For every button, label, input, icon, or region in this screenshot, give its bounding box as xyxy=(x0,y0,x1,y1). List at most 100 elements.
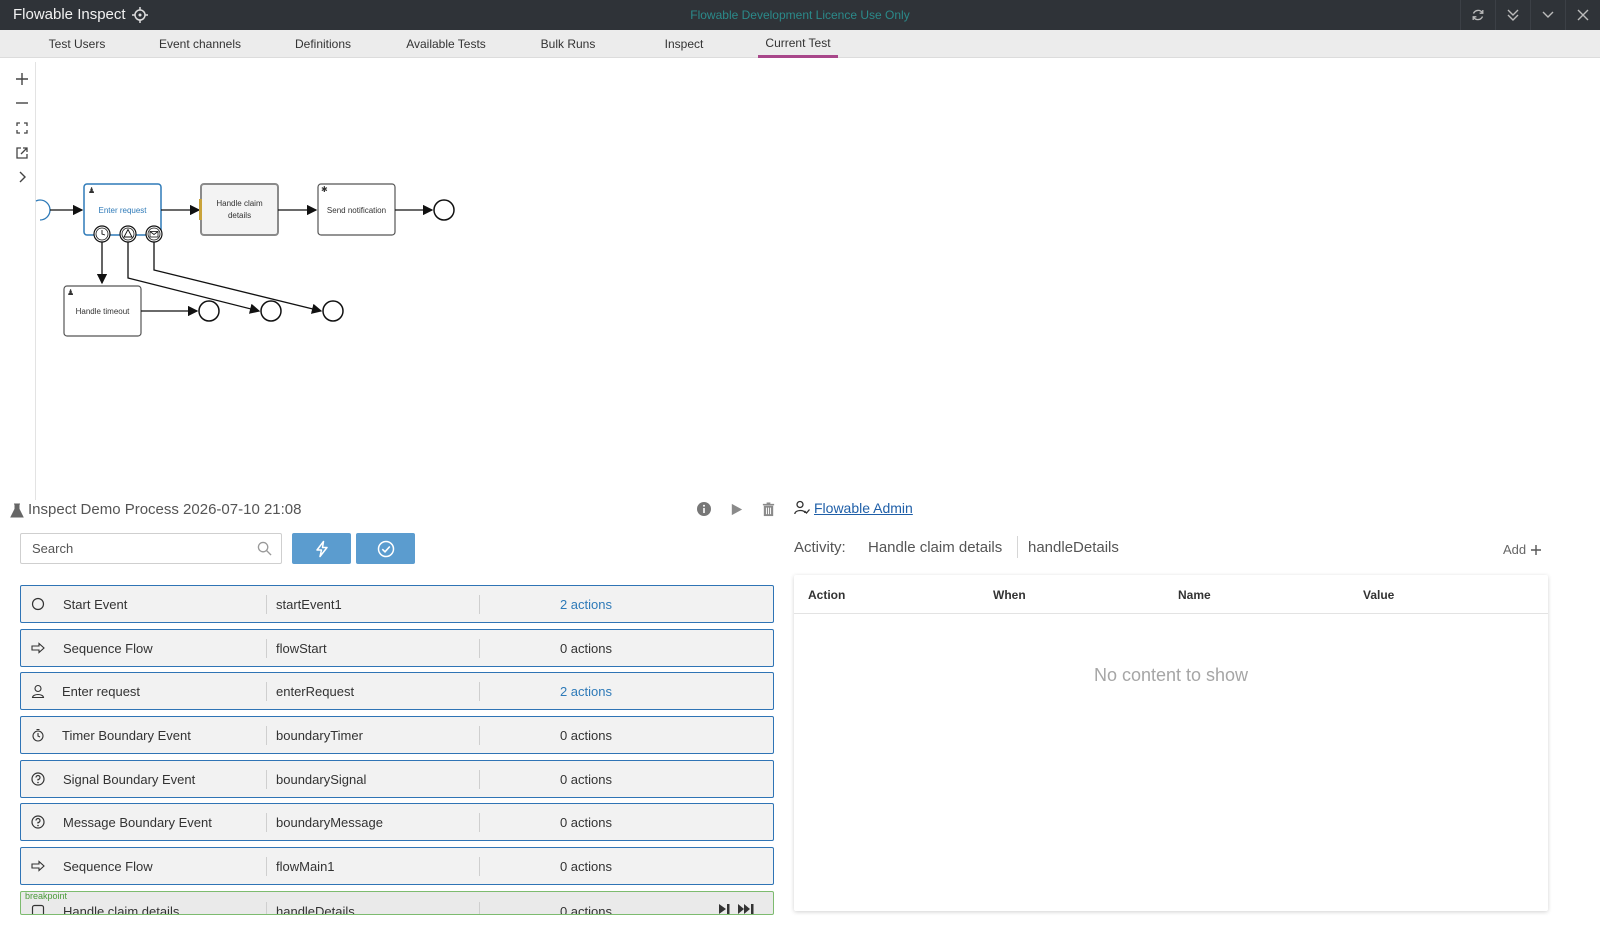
breakpoint-label: breakpoint xyxy=(25,891,68,901)
element-name: Message Boundary Event xyxy=(63,815,212,830)
add-button[interactable]: Add xyxy=(1503,542,1542,557)
play-icon xyxy=(731,503,742,515)
divider xyxy=(479,682,480,701)
element-name: Signal Boundary Event xyxy=(63,772,196,787)
divider xyxy=(479,813,480,832)
check-circle-icon xyxy=(377,540,394,557)
actions-link[interactable]: 2 actions xyxy=(491,684,681,699)
validate-button[interactable] xyxy=(356,533,415,564)
list-item[interactable]: Signal Boundary Event boundarySignal 0 a… xyxy=(20,760,774,798)
user-link[interactable]: Flowable Admin xyxy=(814,500,913,516)
list-bottom-mask xyxy=(10,915,800,950)
search-input[interactable] xyxy=(21,534,241,563)
task-icon xyxy=(31,904,45,914)
timer-icon xyxy=(32,728,44,742)
table-header-divider xyxy=(794,613,1548,614)
task-handle-timeout[interactable]: ♟ Handle timeout xyxy=(63,285,142,337)
actions-table: Action When Name Value No content to sho… xyxy=(794,575,1548,911)
column-header-when[interactable]: When xyxy=(993,588,1026,602)
actions-count: 0 actions xyxy=(559,859,613,874)
task-handle-claim-details[interactable]: Handle claim details xyxy=(199,183,279,236)
bpmn-diagram: ♟ Enter request Handle claim details ✱ S… xyxy=(35,183,455,337)
flow-message[interactable] xyxy=(153,242,323,314)
actions-count: 0 actions xyxy=(559,772,613,787)
arrow-icon xyxy=(31,642,45,654)
divider xyxy=(479,639,480,658)
service-task-icon: ✱ xyxy=(321,185,328,194)
column-header-action[interactable]: Action xyxy=(808,588,845,602)
end-event-timeout[interactable] xyxy=(198,300,220,322)
divider xyxy=(266,770,267,789)
list-item[interactable]: Start Event startEvent1 2 actions xyxy=(20,585,774,623)
divider xyxy=(266,595,267,614)
run-button[interactable] xyxy=(727,500,745,518)
search-icon xyxy=(257,541,272,556)
divider xyxy=(266,682,267,701)
divider xyxy=(479,857,480,876)
activity-name: Handle claim details xyxy=(868,539,1003,556)
element-id: startEvent1 xyxy=(276,597,342,612)
boundary-message-event[interactable] xyxy=(145,225,163,243)
plus-icon xyxy=(1531,544,1542,555)
element-id: boundaryMessage xyxy=(276,815,383,830)
list-item-breakpoint[interactable]: breakpoint Handle claim details handleDe… xyxy=(20,891,774,915)
task-label-line1: Handle claim xyxy=(216,199,263,208)
task-label-line2: details xyxy=(228,211,251,220)
divider xyxy=(479,726,480,745)
fast-forward-icon[interactable] xyxy=(737,903,755,915)
question-circle-icon xyxy=(31,815,45,829)
column-header-value[interactable]: Value xyxy=(1363,588,1394,602)
activity-id: handleDetails xyxy=(1028,539,1119,556)
test-title: Inspect Demo Process 2026-07-10 21:08 xyxy=(28,501,302,518)
start-event[interactable] xyxy=(35,199,51,221)
activity-label: Activity: xyxy=(794,539,846,556)
element-name: Sequence Flow xyxy=(63,859,153,874)
end-event-message[interactable] xyxy=(322,300,344,322)
divider xyxy=(266,813,267,832)
element-name: Sequence Flow xyxy=(63,641,153,656)
lightning-icon xyxy=(315,540,328,557)
info-icon xyxy=(697,502,711,516)
task-send-notification[interactable]: ✱ Send notification xyxy=(317,183,396,236)
list-item[interactable]: Sequence Flow flowStart 0 actions xyxy=(20,629,774,667)
user-task-icon: ♟ xyxy=(67,288,74,297)
question-circle-icon xyxy=(31,772,45,786)
element-id: enterRequest xyxy=(276,684,355,699)
task-label: Handle timeout xyxy=(76,307,131,316)
user-icon xyxy=(31,684,45,698)
element-name: Timer Boundary Event xyxy=(62,728,191,743)
info-button[interactable] xyxy=(695,500,713,518)
end-event[interactable] xyxy=(433,199,455,221)
end-event-signal[interactable] xyxy=(260,300,282,322)
element-id: flowMain1 xyxy=(276,859,335,874)
flask-icon xyxy=(10,503,24,518)
divider xyxy=(266,902,267,914)
circle-icon xyxy=(31,597,45,611)
list-item[interactable]: Timer Boundary Event boundaryTimer 0 act… xyxy=(20,716,774,754)
actions-link[interactable]: 2 actions xyxy=(491,597,681,612)
list-item[interactable]: Enter request enterRequest 2 actions xyxy=(20,672,774,710)
step-over-icon[interactable] xyxy=(718,903,732,915)
actions-count: 0 actions xyxy=(559,815,613,830)
divider xyxy=(479,770,480,789)
task-label: Send notification xyxy=(327,206,386,215)
trigger-events-button[interactable] xyxy=(292,533,351,564)
actions-count: 0 actions xyxy=(559,728,613,743)
trash-icon xyxy=(762,501,774,516)
empty-state: No content to show xyxy=(1093,665,1249,685)
column-header-name[interactable]: Name xyxy=(1178,588,1211,602)
element-id: boundarySignal xyxy=(276,772,367,787)
boundary-timer-event[interactable] xyxy=(93,225,111,243)
user-task-icon: ♟ xyxy=(88,186,95,195)
delete-button[interactable] xyxy=(759,500,777,518)
actions-count: 0 actions xyxy=(559,904,613,915)
element-id: flowStart xyxy=(276,641,327,656)
task-label: Enter request xyxy=(98,206,147,215)
flow-signal[interactable] xyxy=(127,242,261,314)
list-item[interactable]: Message Boundary Event boundaryMessage 0… xyxy=(20,803,774,841)
divider xyxy=(1017,536,1018,558)
list-item[interactable]: Sequence Flow flowMain1 0 actions xyxy=(20,847,774,885)
boundary-signal-event[interactable] xyxy=(119,225,137,243)
user-check-icon xyxy=(794,500,810,515)
element-id: boundaryTimer xyxy=(276,728,363,743)
